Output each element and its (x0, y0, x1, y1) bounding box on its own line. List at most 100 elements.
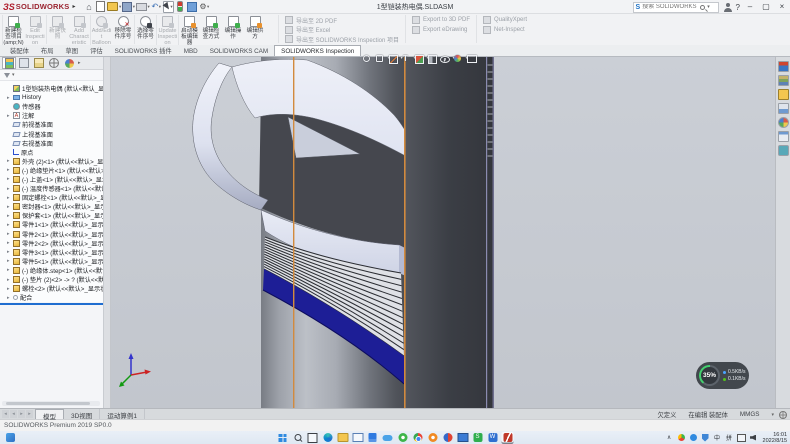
tray-chevron-up-icon[interactable] (665, 432, 674, 443)
solidworks-logo[interactable]: ЗS SOLIDWORKS ▸ (3, 2, 75, 12)
tree-item[interactable]: 配合 (0, 293, 103, 302)
login-user-icon[interactable] (723, 2, 732, 12)
design-library-icon[interactable] (778, 75, 789, 86)
view-palette-icon[interactable] (778, 103, 789, 114)
performance-overlay[interactable]: 35% 0.5KB/s 0.1KB/s (696, 362, 749, 389)
zoom-area-icon[interactable] (374, 52, 385, 64)
outer-shell-column[interactable] (404, 57, 494, 408)
display-style-icon[interactable] (426, 52, 437, 64)
ribbon-tab[interactable]: 布局 (35, 44, 60, 56)
home-icon[interactable] (83, 1, 94, 13)
tab-last-icon[interactable]: ▸ (26, 410, 33, 418)
tree-item[interactable]: 右视基准面 (0, 139, 103, 148)
export-item[interactable]: Export to 3D PDF (412, 16, 470, 24)
ribbon-button[interactable]: 移除零件序号 (112, 15, 134, 44)
units-selector[interactable]: MMGS (740, 411, 760, 418)
export-item[interactable]: 导出至 Excel (285, 26, 399, 34)
task-view-icon[interactable] (307, 432, 319, 444)
ribbon-tab[interactable]: 评估 (84, 44, 109, 56)
language-indicator[interactable]: 中 (713, 432, 722, 443)
tree-item[interactable]: 原点 (0, 148, 103, 157)
tree-item[interactable]: History (0, 93, 103, 102)
hide-show-items-icon[interactable] (439, 52, 450, 64)
tree-filter[interactable]: ▾ (0, 70, 103, 81)
status-globe-icon[interactable] (779, 411, 787, 419)
tab-scroll-buttons[interactable]: ◂ ◂ ▸ ▸ (2, 410, 33, 418)
keyboard-icon[interactable] (737, 432, 746, 443)
dimxpertmanager-tab-icon[interactable] (47, 57, 61, 69)
chrome-icon[interactable] (412, 432, 424, 444)
featuremanager-tree-tab-icon[interactable] (2, 57, 16, 69)
tree-item[interactable]: (-) 绝缘垫片<1> (默认<<默认>_显 (0, 166, 103, 175)
section-view-icon[interactable] (387, 52, 398, 64)
tree-item[interactable]: (-) 绝缘体.step<1> (默认<<默认> (0, 266, 103, 275)
speaker-icon[interactable] (749, 432, 758, 443)
store-icon[interactable] (367, 432, 379, 444)
tree-item[interactable]: 前视基准面 (0, 120, 103, 129)
start-icon[interactable] (277, 432, 289, 444)
widgets-icon[interactable] (4, 432, 16, 444)
solidworks-forum-icon[interactable] (778, 145, 789, 156)
close-button[interactable]: × (776, 1, 788, 13)
tab-first-icon[interactable]: ◂ (2, 410, 9, 418)
minimize-button[interactable]: – (744, 1, 756, 13)
search-box[interactable]: S ▾ (633, 2, 719, 13)
tray-app-color-icon[interactable] (677, 432, 686, 443)
ime-indicator[interactable]: 拼 (725, 432, 734, 443)
ribbon-button[interactable]: 编辑检查方式 (200, 15, 222, 44)
edge-icon[interactable] (322, 432, 334, 444)
view-orientation-icon[interactable] (413, 52, 424, 64)
app-green-icon[interactable] (397, 432, 409, 444)
edit-appearance-icon[interactable] (452, 52, 463, 64)
solidworks-resources-icon[interactable] (778, 61, 789, 72)
tree-item[interactable]: 1型铠装热电偶 (默认<默认_显示状态-1 (0, 84, 103, 93)
tree-item[interactable]: (-) 上盖<1> (默认<<默认>_显示状 (0, 175, 103, 184)
tree-item[interactable]: 零件1<1> (默认<<默认>_显示状态 (0, 220, 103, 229)
dynamic-annotation-icon[interactable] (400, 52, 411, 64)
search-caret-icon[interactable]: ▾ (707, 4, 710, 10)
graphics-viewport[interactable]: 35% 0.5KB/s 0.1KB/s (111, 57, 775, 408)
search-input[interactable] (642, 4, 698, 10)
new-document-icon[interactable] (95, 1, 106, 13)
tree-item[interactable]: 外壳 (2)<1> (默认<<默认>_显示状 (0, 157, 103, 166)
ribbon-tab[interactable]: SOLIDWORKS Inspection (274, 45, 361, 56)
tree-item[interactable]: 零件2<1> (默认<<默认>_显示状 (0, 230, 103, 239)
export-item[interactable]: 导出至 2D PDF (285, 16, 399, 24)
tree-item[interactable]: 固定螺栓<1> (默认<<默认>_显示 (0, 193, 103, 202)
filter-caret-icon[interactable]: ▾ (12, 72, 15, 78)
manager-tabs-overflow-icon[interactable]: ▸ (78, 60, 81, 66)
app-w-icon[interactable] (487, 432, 499, 444)
app-red-icon[interactable] (442, 432, 454, 444)
configurationmanager-tab-icon[interactable] (32, 57, 46, 69)
scrollbar-thumb[interactable] (6, 402, 90, 405)
tree-item[interactable]: 零件2<2> (默认<<默认>_显示状 (0, 239, 103, 248)
custom-properties-icon[interactable] (778, 131, 789, 142)
print-icon[interactable] (136, 1, 150, 13)
export-item[interactable]: 导出至 SOLIDWORKS Inspection 项目 (285, 35, 399, 43)
undo-icon[interactable] (151, 1, 162, 13)
tree-item[interactable]: 保护套<1> (默认<<默认>_显示状 (0, 211, 103, 220)
open-document-icon[interactable] (107, 1, 121, 13)
tree-item[interactable]: 零件3<1> (默认<<默认>_显示状 (0, 248, 103, 257)
search-icon[interactable] (292, 432, 304, 444)
document-tab[interactable]: 运动算例1 (100, 409, 145, 419)
ribbon-button[interactable]: 选择零件序号 (134, 15, 156, 44)
displaymanager-tab-icon[interactable] (62, 57, 76, 69)
rollback-bar[interactable] (0, 303, 103, 305)
options-icon[interactable] (199, 1, 210, 13)
file-properties-icon[interactable] (187, 1, 198, 13)
search-icon[interactable] (700, 5, 705, 10)
tray-app-blue-icon[interactable] (689, 432, 698, 443)
tree-item[interactable]: 零件5<1> (默认<<默认>_显示状 (0, 257, 103, 266)
ribbon-button[interactable]: 新建检查项目 (amp;N) (2, 15, 24, 47)
ribbon-button[interactable]: Add Characteristic (68, 15, 90, 47)
tab-next-icon[interactable]: ▸ (18, 410, 25, 418)
zoom-fit-icon[interactable] (361, 52, 372, 64)
app-monitor-icon[interactable] (457, 432, 469, 444)
app-orange-icon[interactable] (427, 432, 439, 444)
file-explorer-icon[interactable] (337, 432, 349, 444)
tree-item[interactable]: (-) 温度传感器<1> (默认<<默认>_ (0, 184, 103, 193)
ribbon-tab[interactable]: 装配体 (4, 44, 35, 56)
units-caret-icon[interactable]: ▾ (771, 412, 774, 418)
ribbon-button[interactable]: 启动模板编辑器 (178, 15, 200, 47)
